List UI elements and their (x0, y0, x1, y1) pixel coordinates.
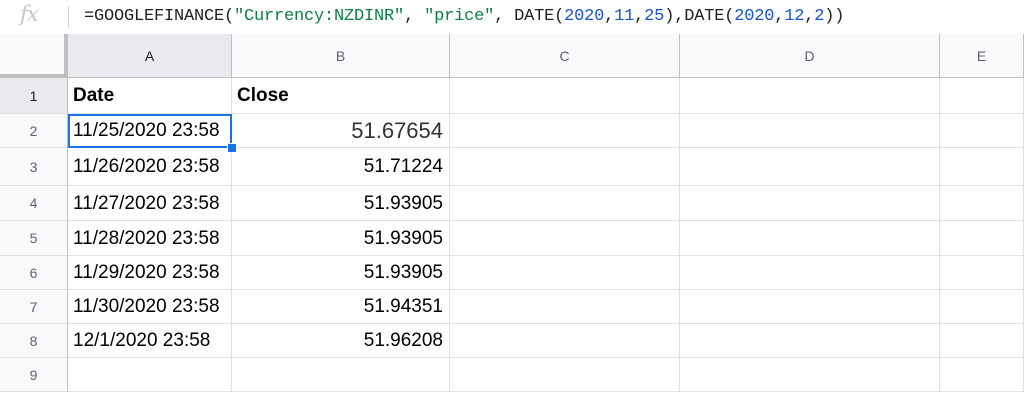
cell-c2[interactable] (450, 114, 680, 148)
row-header-2[interactable]: 2 (0, 114, 68, 148)
cell-e7[interactable] (940, 290, 1024, 324)
cell-c4[interactable] (450, 186, 680, 221)
cell-d6[interactable] (680, 256, 940, 290)
formula-token: , DATE( (494, 7, 565, 26)
cell-c1[interactable] (450, 78, 680, 114)
column-header-e[interactable]: E (940, 34, 1024, 78)
cell-d4[interactable] (680, 186, 940, 221)
formula-token: , (404, 7, 425, 26)
formula-token: 11 (614, 7, 635, 26)
spreadsheet-grid: ABCDE 1 Date Close 2 11/25/2020 23:58 51.6765… (0, 34, 1024, 402)
cell-b8[interactable]: 51.96208 (232, 324, 450, 358)
cell-d9[interactable] (680, 358, 940, 392)
cell-c8[interactable] (450, 324, 680, 358)
formula-bar-divider (68, 6, 69, 28)
formula-bar: fx =GOOGLEFINANCE("Currency:NZDINR", "pr… (0, 0, 1024, 35)
cell-e8[interactable] (940, 324, 1024, 358)
cell-b5[interactable]: 51.93905 (232, 221, 450, 256)
cell-c5[interactable] (450, 221, 680, 256)
row-header-7[interactable]: 7 (0, 290, 68, 324)
cell-c7[interactable] (450, 290, 680, 324)
formula-token: , (634, 7, 645, 26)
formula-token: , (604, 7, 615, 26)
cell-b9[interactable] (232, 358, 450, 392)
formula-token: , (774, 7, 785, 26)
formula-token: "Currency:NZDINR" (234, 7, 405, 26)
column-header-b[interactable]: B (232, 34, 450, 78)
row-header-1[interactable]: 1 (0, 78, 68, 114)
cell-d7[interactable] (680, 290, 940, 324)
cell-d5[interactable] (680, 221, 940, 256)
formula-token: 2 (814, 7, 825, 26)
cell-a8[interactable]: 12/1/2020 23:58 (68, 324, 232, 358)
cell-e1[interactable] (940, 78, 1024, 114)
cell-a6[interactable]: 11/29/2020 23:58 (68, 256, 232, 290)
cell-c9[interactable] (450, 358, 680, 392)
cell-e6[interactable] (940, 256, 1024, 290)
formula-token: )) (824, 7, 845, 26)
column-header-a[interactable]: A (68, 34, 232, 78)
column-header-d[interactable]: D (680, 34, 940, 78)
cell-d3[interactable] (680, 148, 940, 186)
column-header-c[interactable]: C (450, 34, 680, 78)
row-header-8[interactable]: 8 (0, 324, 68, 358)
formula-token: 12 (784, 7, 805, 26)
cell-a1[interactable]: Date (68, 78, 232, 114)
fill-handle[interactable] (227, 143, 237, 153)
formula-token: , (804, 7, 815, 26)
cell-b6[interactable]: 51.93905 (232, 256, 450, 290)
cell-a3[interactable]: 11/26/2020 23:58 (68, 148, 232, 186)
row-header-3[interactable]: 3 (0, 148, 68, 186)
cell-d2[interactable] (680, 114, 940, 148)
cell-d8[interactable] (680, 324, 940, 358)
formula-token: 25 (644, 7, 665, 26)
cell-c3[interactable] (450, 148, 680, 186)
cell-e3[interactable] (940, 148, 1024, 186)
cell-b7[interactable]: 51.94351 (232, 290, 450, 324)
cell-e2[interactable] (940, 114, 1024, 148)
formula-input[interactable]: =GOOGLEFINANCE("Currency:NZDINR", "price… (84, 7, 844, 26)
cell-b3[interactable]: 51.71224 (232, 148, 450, 186)
cell-a4[interactable]: 11/27/2020 23:58 (68, 186, 232, 221)
formula-token: ),DATE( (664, 7, 735, 26)
cell-e4[interactable] (940, 186, 1024, 221)
row-header-6[interactable]: 6 (0, 256, 68, 290)
cell-e5[interactable] (940, 221, 1024, 256)
cell-b2[interactable]: 51.67654 (232, 114, 450, 148)
cell-d1[interactable] (680, 78, 940, 114)
formula-token: "price" (424, 7, 495, 26)
cell-a5[interactable]: 11/28/2020 23:58 (68, 221, 232, 256)
cell-b4[interactable]: 51.93905 (232, 186, 450, 221)
cell-c6[interactable] (450, 256, 680, 290)
cell-a7[interactable]: 11/30/2020 23:58 (68, 290, 232, 324)
formula-token: 2020 (564, 7, 605, 26)
cell-a2[interactable]: 11/25/2020 23:58 (68, 114, 232, 148)
formula-token: =GOOGLEFINANCE( (84, 7, 235, 26)
row-header-5[interactable]: 5 (0, 221, 68, 256)
cell-e9[interactable] (940, 358, 1024, 392)
formula-token: 2020 (734, 7, 775, 26)
cell-b1[interactable]: Close (232, 78, 450, 114)
fx-icon: fx (20, 2, 39, 26)
cell-a9[interactable] (68, 358, 232, 392)
row-header-9[interactable]: 9 (0, 358, 68, 392)
select-all-corner[interactable] (0, 34, 68, 78)
row-header-4[interactable]: 4 (0, 186, 68, 221)
